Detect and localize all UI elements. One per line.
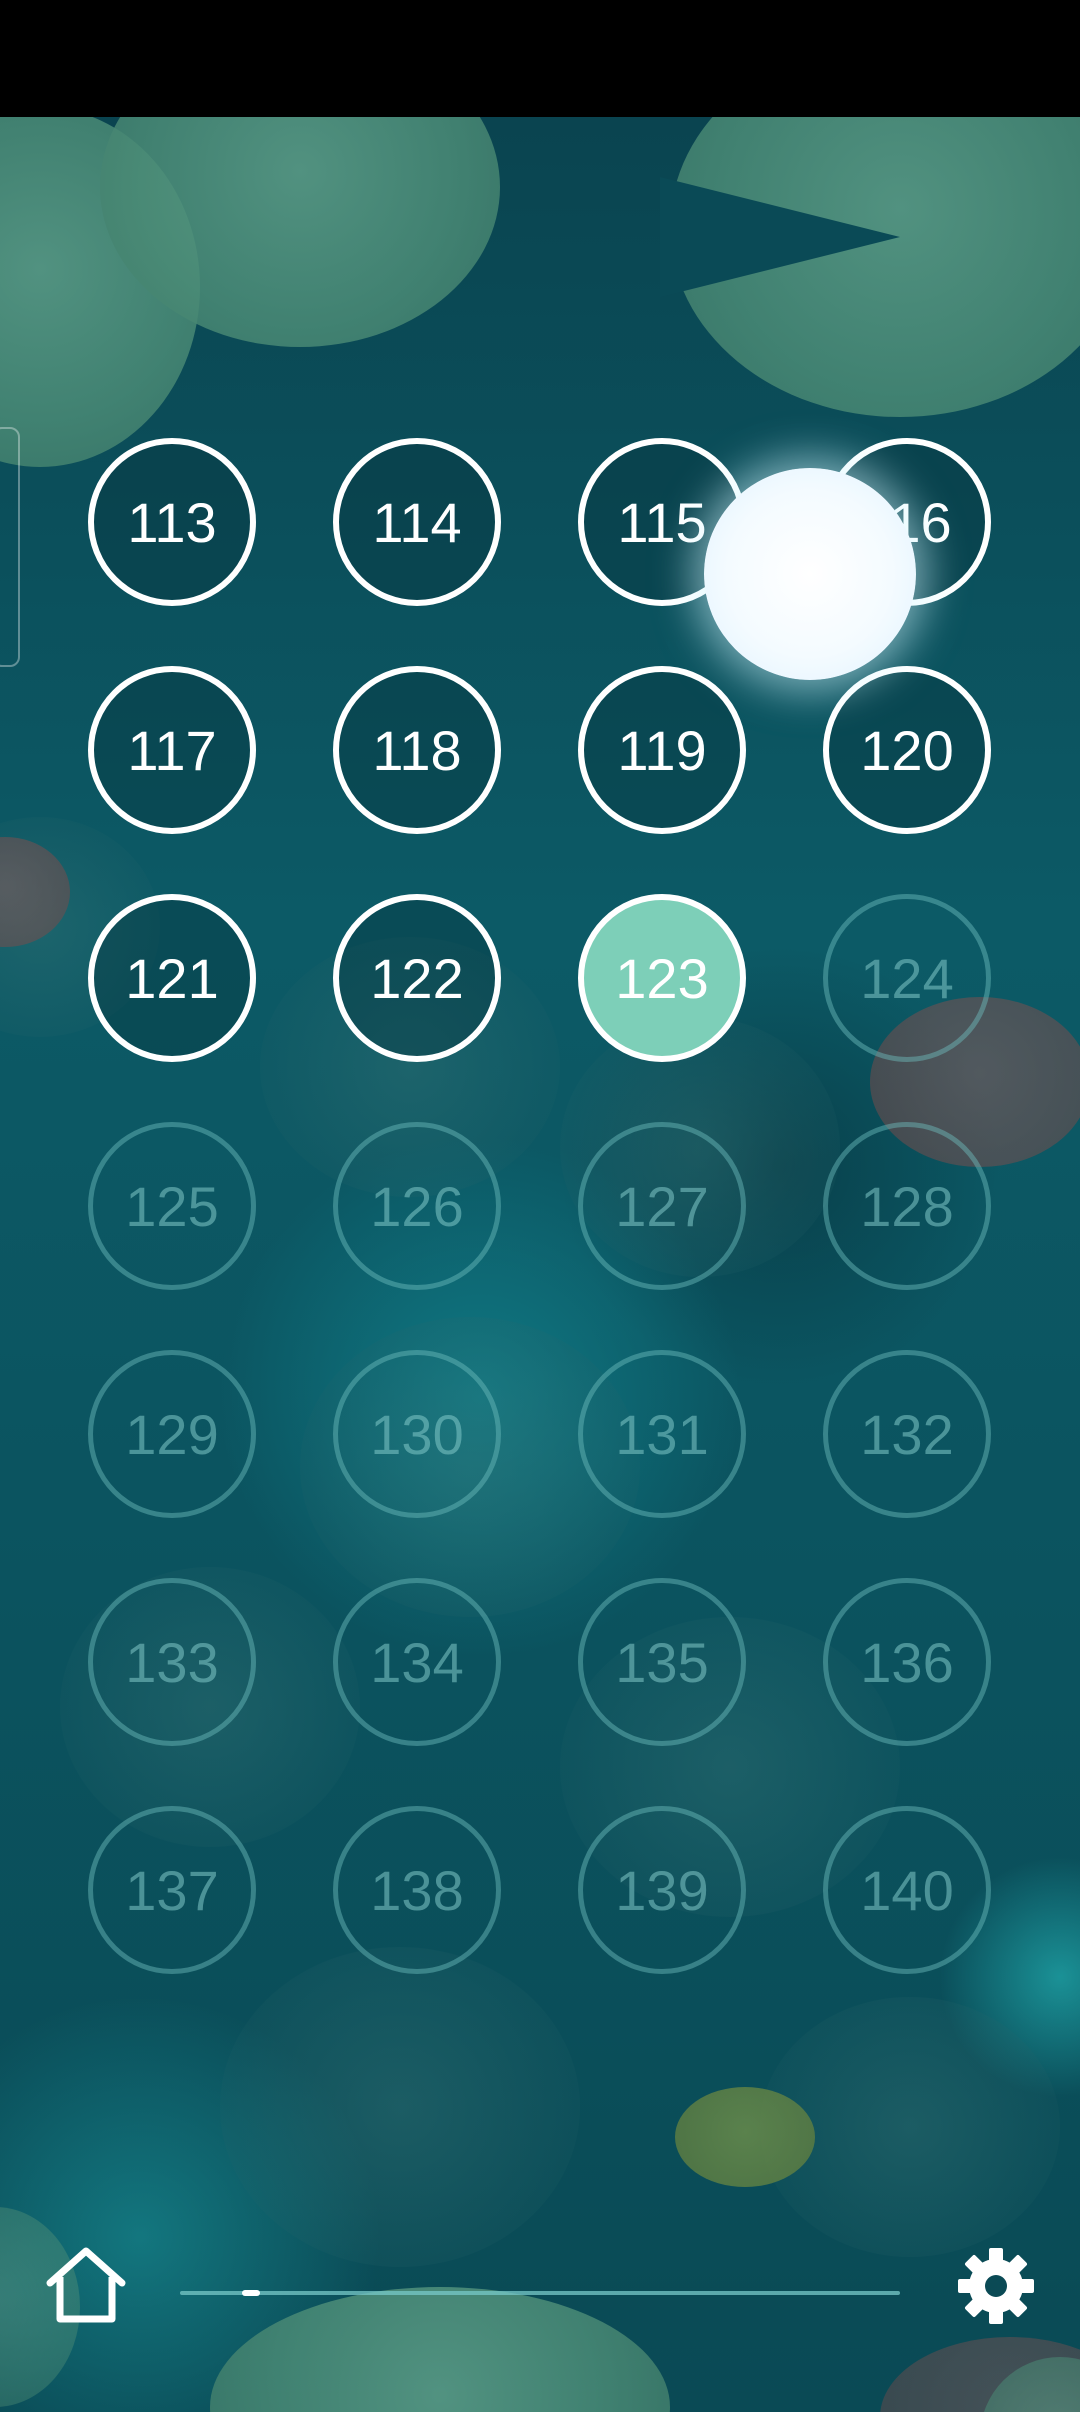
- level-132-button: 132: [823, 1350, 991, 1518]
- bottom-bar: [0, 2230, 1080, 2340]
- home-icon: [46, 2247, 126, 2323]
- level-124-button: 124: [823, 894, 991, 1062]
- level-120-button[interactable]: 120: [823, 666, 991, 834]
- lily-pad-notch: [660, 177, 900, 297]
- level-118-button[interactable]: 118: [333, 666, 501, 834]
- side-panel-tab[interactable]: [0, 427, 20, 667]
- glowing-orb: [704, 468, 916, 680]
- level-133-button: 133: [88, 1578, 256, 1746]
- level-114-button[interactable]: 114: [333, 438, 501, 606]
- level-131-button: 131: [578, 1350, 746, 1518]
- level-126-button: 126: [333, 1122, 501, 1290]
- level-128-button: 128: [823, 1122, 991, 1290]
- level-138-button: 138: [333, 1806, 501, 1974]
- level-121-button[interactable]: 121: [88, 894, 256, 1062]
- level-129-button: 129: [88, 1350, 256, 1518]
- page-progress-track[interactable]: [180, 2290, 900, 2296]
- level-122-button[interactable]: 122: [333, 894, 501, 1062]
- level-137-button: 137: [88, 1806, 256, 1974]
- gear-icon: [958, 2248, 1034, 2324]
- level-130-button: 130: [333, 1350, 501, 1518]
- level-135-button: 135: [578, 1578, 746, 1746]
- level-113-button[interactable]: 113: [88, 438, 256, 606]
- lily-pad: [220, 1947, 580, 2267]
- level-117-button[interactable]: 117: [88, 666, 256, 834]
- level-127-button: 127: [578, 1122, 746, 1290]
- level-125-button: 125: [88, 1122, 256, 1290]
- level-123-button[interactable]: 123: [578, 894, 746, 1062]
- home-button[interactable]: [44, 2245, 128, 2325]
- level-139-button: 139: [578, 1806, 746, 1974]
- level-140-button: 140: [823, 1806, 991, 1974]
- level-136-button: 136: [823, 1578, 991, 1746]
- page-progress-thumb[interactable]: [242, 2290, 260, 2296]
- level-select-screen: 113 114 115 116 117 118 119 120 121 122 123 124 125 1…: [0, 0, 1080, 2412]
- status-bar: [0, 0, 1080, 117]
- lily-pad: [675, 2087, 815, 2187]
- settings-button[interactable]: [956, 2246, 1036, 2326]
- level-119-button[interactable]: 119: [578, 666, 746, 834]
- level-134-button: 134: [333, 1578, 501, 1746]
